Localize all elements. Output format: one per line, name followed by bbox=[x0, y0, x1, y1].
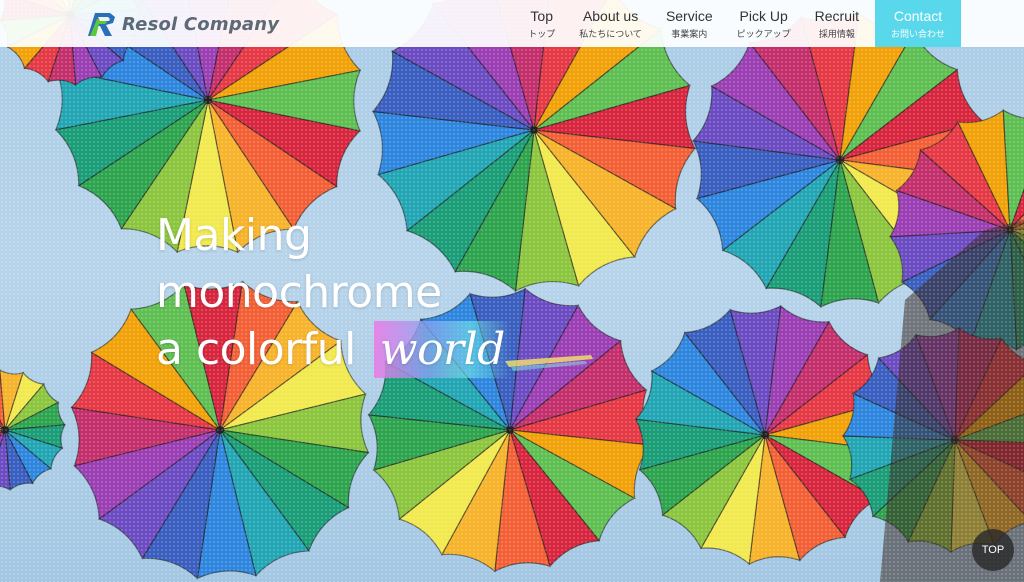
headline-accent-word: world bbox=[373, 321, 511, 378]
page: Resol Company Top トップ About us 私たちについて S… bbox=[0, 0, 1024, 582]
nav-label-en: Recruit bbox=[814, 8, 859, 24]
nav-label-ja: ピックアップ bbox=[736, 29, 791, 39]
nav-label-ja: お問い合わせ bbox=[890, 29, 945, 39]
nav-item-recruit[interactable]: Recruit 採用情報 bbox=[803, 0, 871, 47]
logo[interactable]: Resol Company bbox=[86, 10, 279, 38]
hero-image bbox=[0, 0, 1024, 582]
nav-label-en: Contact bbox=[893, 8, 943, 24]
nav-label-en: About us bbox=[582, 8, 639, 24]
headline-line-3-text: a colorful bbox=[156, 324, 356, 375]
nav-item-about-us[interactable]: About us 私たちについて bbox=[567, 0, 654, 47]
back-to-top-button[interactable]: TOP bbox=[972, 529, 1014, 571]
umbrellas-illustration bbox=[0, 0, 1024, 582]
site-header: Resol Company Top トップ About us 私たちについて S… bbox=[0, 0, 1024, 47]
nav-label-ja: トップ bbox=[528, 29, 556, 39]
nav-label-ja: 私たちについて bbox=[579, 29, 642, 39]
nav-item-top[interactable]: Top トップ bbox=[516, 0, 567, 47]
umbrella bbox=[0, 369, 66, 491]
nav-item-contact[interactable]: Contact お問い合わせ bbox=[875, 0, 961, 47]
nav-label-ja: 採用情報 bbox=[818, 29, 855, 39]
nav-label-ja: 事業案内 bbox=[671, 29, 708, 39]
brush-stroke-decoration bbox=[505, 355, 593, 371]
nav-label-en: Pick Up bbox=[739, 8, 788, 24]
headline-line-2: monochrome bbox=[156, 267, 442, 318]
main-nav: Top トップ About us 私たちについて Service 事業案内 Pi… bbox=[516, 0, 961, 47]
headline-line-3: a colorful world bbox=[156, 321, 511, 378]
nav-item-pick-up[interactable]: Pick Up ピックアップ bbox=[725, 0, 803, 47]
headline-line-1: Making bbox=[156, 210, 312, 261]
brand-name: Resol Company bbox=[122, 13, 280, 35]
nav-item-service[interactable]: Service 事業案内 bbox=[654, 0, 725, 47]
nav-label-en: Service bbox=[665, 8, 713, 24]
logo-mark-icon bbox=[88, 13, 115, 36]
nav-label-en: Top bbox=[530, 8, 553, 24]
hero-headline: Making monochrome a colorful world bbox=[156, 207, 511, 378]
